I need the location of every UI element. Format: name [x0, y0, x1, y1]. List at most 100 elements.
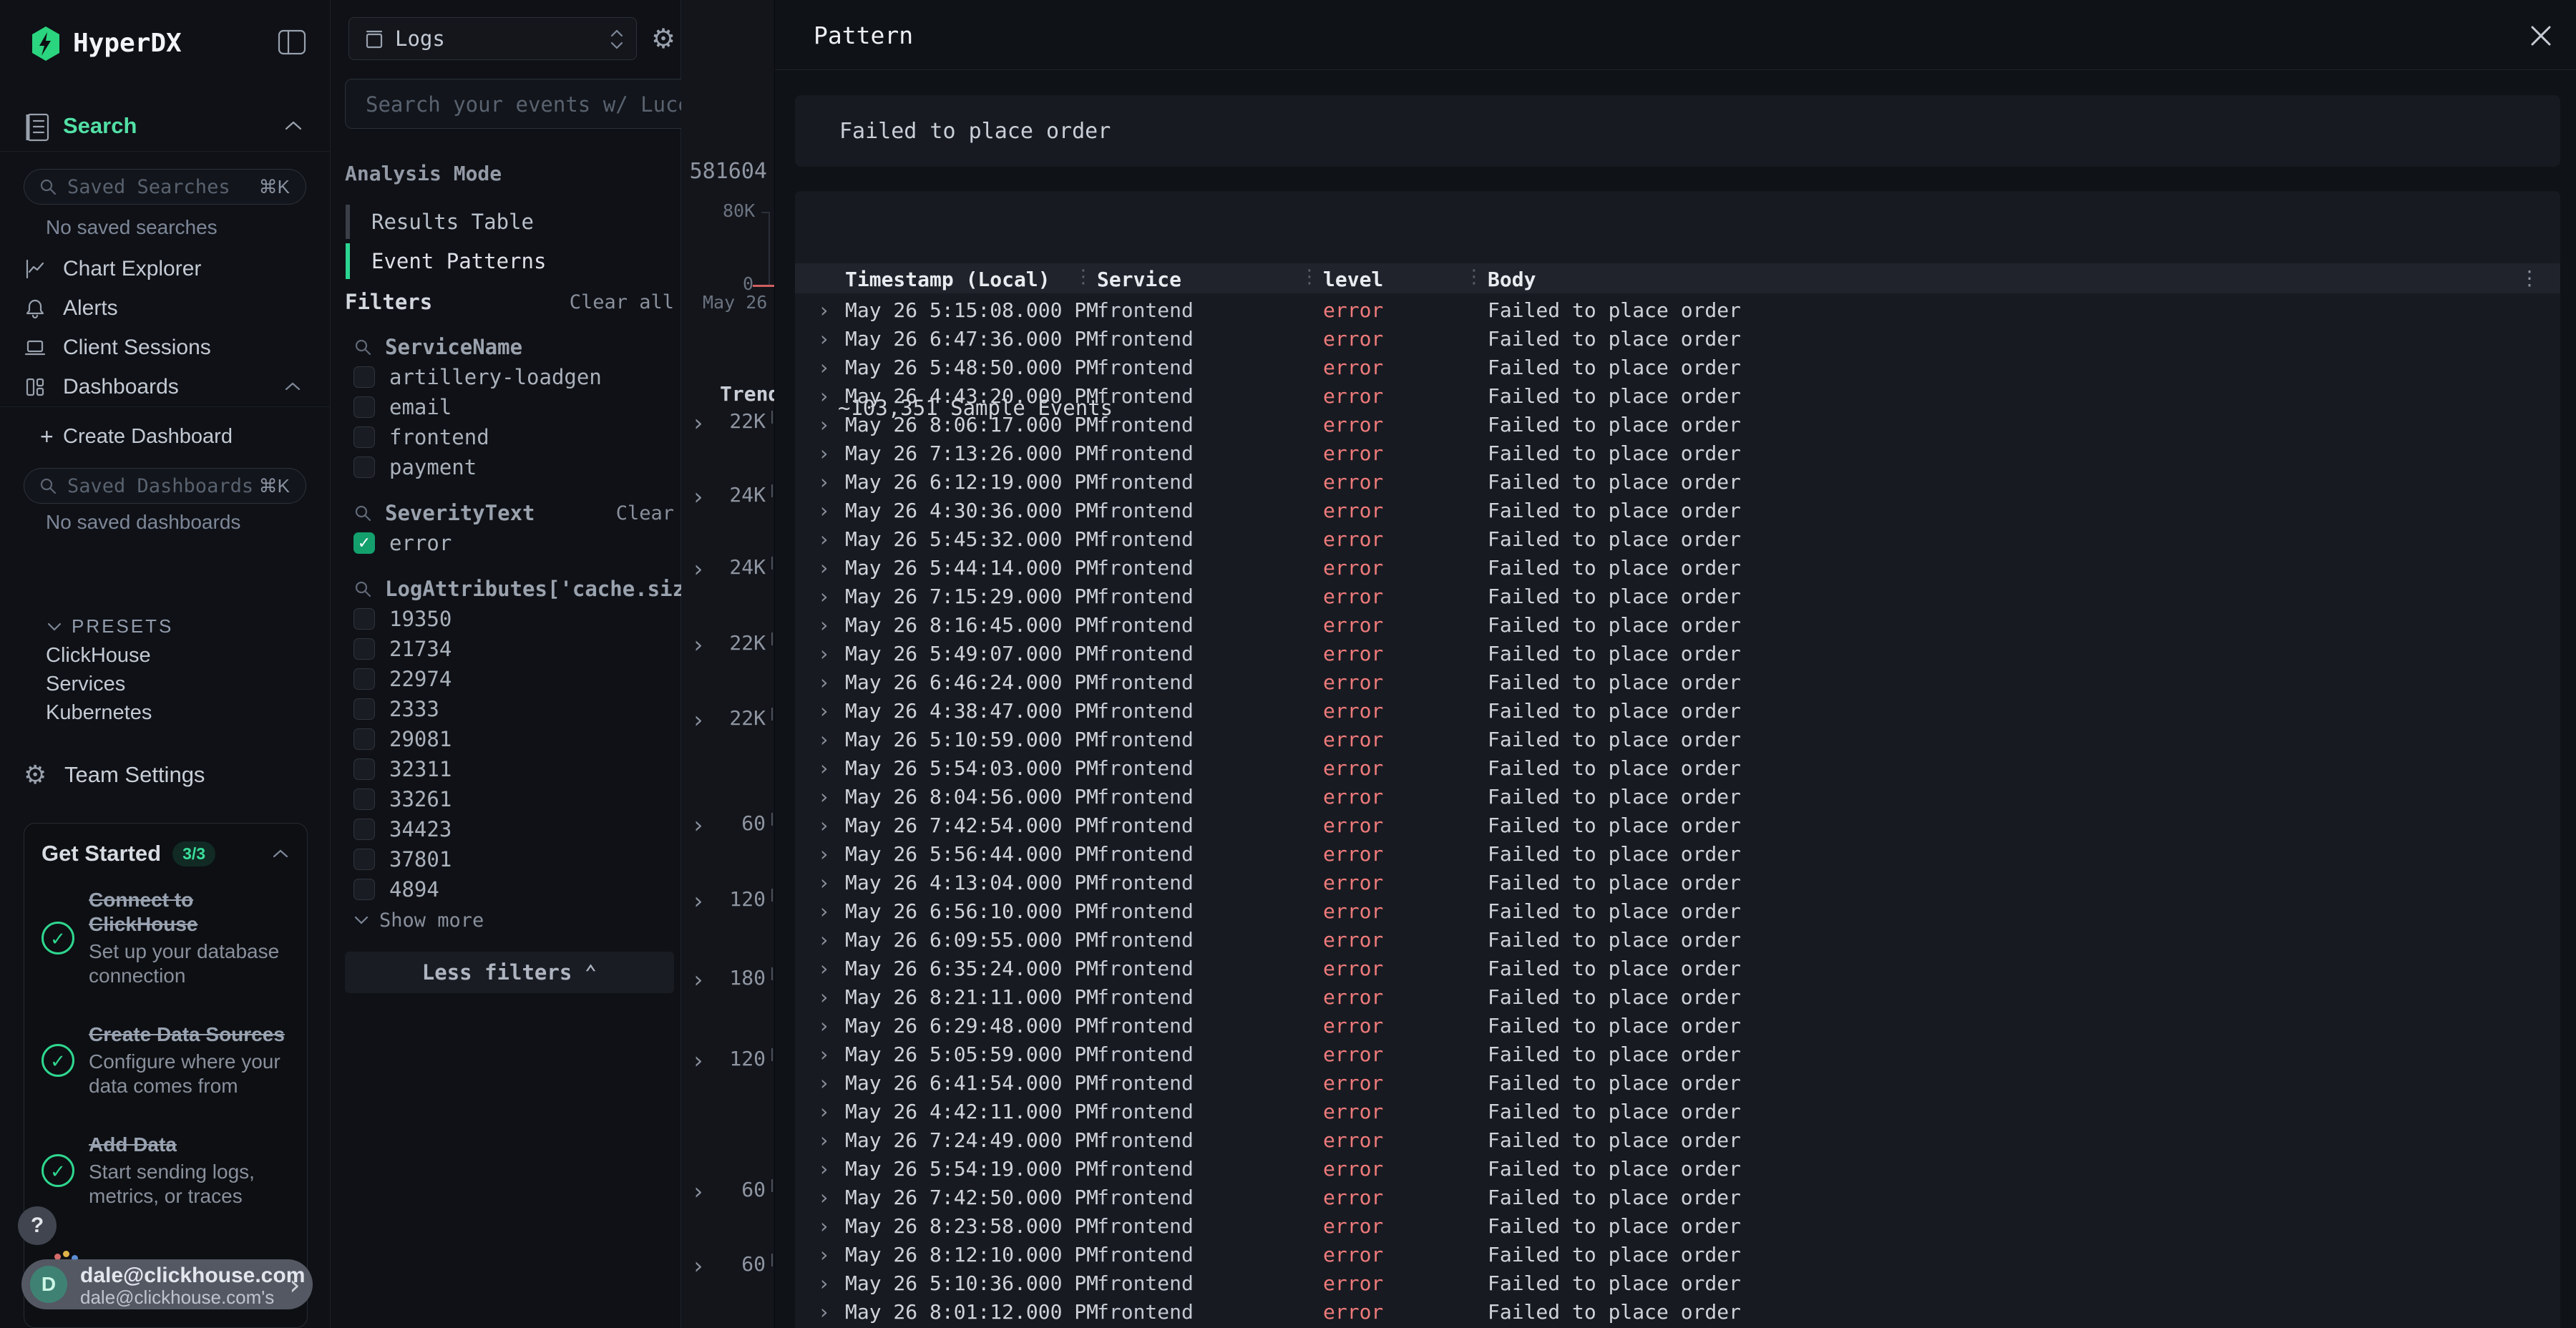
col-service[interactable]: Service	[1097, 268, 1181, 291]
checkbox[interactable]	[353, 879, 375, 900]
table-row[interactable]: ›May 26 4:30:36.000 PMfrontenderrorFaile…	[795, 495, 2560, 524]
expand-row-chevron-icon[interactable]: ›	[818, 327, 830, 351]
table-row[interactable]: ›May 26 7:42:54.000 PMfrontenderrorFaile…	[795, 810, 2560, 839]
expand-row-chevron-icon[interactable]: ›	[818, 1186, 830, 1209]
table-row[interactable]: ›May 26 4:13:04.000 PMfrontenderrorFaile…	[795, 867, 2560, 896]
table-row[interactable]: ›May 26 8:21:11.000 PMfrontenderrorFaile…	[795, 982, 2560, 1010]
filter-option[interactable]: payment	[345, 452, 681, 482]
table-row[interactable]: ›May 26 5:10:36.000 PMfrontenderrorFaile…	[795, 1268, 2560, 1297]
table-row[interactable]: ›May 26 6:35:24.000 PMfrontenderrorFaile…	[795, 953, 2560, 982]
expand-row-chevron-icon[interactable]: ›	[691, 631, 705, 658]
expand-row-chevron-icon[interactable]: ›	[818, 1100, 830, 1123]
less-filters-button[interactable]: Less filters ⌃	[345, 952, 674, 993]
expand-row-chevron-icon[interactable]: ›	[818, 1014, 830, 1038]
expand-row-chevron-icon[interactable]: ›	[818, 670, 830, 694]
table-row[interactable]: ›May 26 5:10:59.000 PMfrontenderrorFaile…	[795, 724, 2560, 753]
expand-row-chevron-icon[interactable]: ›	[818, 642, 830, 665]
sidebar-item-alerts[interactable]: Alerts	[0, 288, 331, 328]
expand-row-chevron-icon[interactable]: ›	[818, 441, 830, 465]
checkbox[interactable]	[353, 728, 375, 750]
table-row[interactable]: ›May 26 6:29:48.000 PMfrontenderrorFaile…	[795, 1010, 2560, 1039]
col-level[interactable]: level	[1323, 268, 1383, 291]
column-resize-handle[interactable]: ⋮	[1465, 266, 1483, 288]
column-resize-handle[interactable]: ⋮	[1074, 266, 1093, 288]
table-row[interactable]: ›May 26 4:38:47.000 PMfrontenderrorFaile…	[795, 695, 2560, 724]
table-row[interactable]: ›May 26 8:12:10.000 PMfrontenderrorFaile…	[795, 1239, 2560, 1268]
expand-row-chevron-icon[interactable]: ›	[818, 785, 830, 809]
checkbox[interactable]	[353, 608, 375, 630]
filter-option[interactable]: ✓error	[345, 528, 681, 558]
source-select[interactable]: Logs	[348, 17, 637, 60]
checkbox[interactable]	[353, 638, 375, 660]
presets-toggle[interactable]: PRESETS	[0, 614, 331, 641]
checkbox[interactable]: ✓	[353, 532, 375, 554]
get-started-item[interactable]: ✓Connect to ClickHouseSet up your databa…	[42, 888, 290, 988]
clear-filter-button[interactable]: Clear	[616, 502, 674, 524]
table-row[interactable]: ›May 26 6:12:19.000 PMfrontenderrorFaile…	[795, 467, 2560, 495]
filter-option[interactable]: 37801	[345, 844, 681, 874]
preset-item-clickhouse[interactable]: ClickHouse	[0, 641, 331, 670]
filter-option[interactable]: artillery-loadgen	[345, 362, 681, 392]
checkbox[interactable]	[353, 698, 375, 720]
expand-row-chevron-icon[interactable]: ›	[818, 871, 830, 894]
expand-row-chevron-icon[interactable]: ›	[691, 1252, 705, 1279]
expand-row-chevron-icon[interactable]: ›	[818, 985, 830, 1009]
table-row[interactable]: ›May 26 6:09:55.000 PMfrontenderrorFaile…	[795, 924, 2560, 953]
table-row[interactable]: ›May 26 5:56:44.000 PMfrontenderrorFaile…	[795, 839, 2560, 867]
checkbox[interactable]	[353, 426, 375, 448]
checkbox[interactable]	[353, 456, 375, 478]
source-settings-gear-icon[interactable]: ⚙	[651, 23, 675, 55]
mode-event-patterns[interactable]: Event Patterns	[371, 249, 546, 273]
expand-row-chevron-icon[interactable]: ›	[818, 899, 830, 923]
table-row[interactable]: ›May 26 5:54:03.000 PMfrontenderrorFaile…	[795, 753, 2560, 781]
expand-row-chevron-icon[interactable]: ›	[818, 842, 830, 866]
sidebar-item-chart-explorer[interactable]: Chart Explorer	[0, 249, 331, 288]
filter-option[interactable]: frontend	[345, 422, 681, 452]
table-row[interactable]: ›May 26 5:54:19.000 PMfrontenderrorFaile…	[795, 1153, 2560, 1182]
expand-row-chevron-icon[interactable]: ›	[691, 887, 705, 914]
expand-row-chevron-icon[interactable]: ›	[818, 1071, 830, 1095]
expand-row-chevron-icon[interactable]: ›	[691, 483, 705, 510]
expand-row-chevron-icon[interactable]: ›	[818, 356, 830, 379]
filter-option[interactable]: email	[345, 392, 681, 422]
table-row[interactable]: ›May 26 7:15:29.000 PMfrontenderrorFaile…	[795, 581, 2560, 610]
user-menu[interactable]: D dale@clickhouse.com dale@clickhouse.co…	[21, 1259, 313, 1309]
filter-option[interactable]: 2333	[345, 694, 681, 724]
create-dashboard-button[interactable]: + Create Dashboard	[0, 417, 331, 456]
expand-row-chevron-icon[interactable]: ›	[818, 298, 830, 322]
sidebar-item-client-sessions[interactable]: Client Sessions	[0, 328, 331, 367]
expand-row-chevron-icon[interactable]: ›	[818, 1271, 830, 1295]
checkbox[interactable]	[353, 788, 375, 810]
filter-option[interactable]: 22974	[345, 664, 681, 694]
table-row[interactable]: ›May 26 6:41:54.000 PMfrontenderrorFaile…	[795, 1068, 2560, 1096]
checkbox[interactable]	[353, 668, 375, 690]
table-row[interactable]: ›May 26 6:46:24.000 PMfrontenderrorFaile…	[795, 667, 2560, 695]
filter-option[interactable]: 32311	[345, 754, 681, 784]
filter-option[interactable]: 19350	[345, 604, 681, 634]
expand-row-chevron-icon[interactable]: ›	[818, 384, 830, 408]
filter-option[interactable]: 4894	[345, 874, 681, 904]
checkbox[interactable]	[353, 396, 375, 418]
expand-row-chevron-icon[interactable]: ›	[818, 699, 830, 723]
help-button[interactable]: ?	[18, 1206, 57, 1245]
preset-item-kubernetes[interactable]: Kubernetes	[0, 698, 331, 727]
close-icon[interactable]	[2527, 21, 2555, 50]
expand-row-chevron-icon[interactable]: ›	[818, 928, 830, 952]
table-row[interactable]: ›May 26 8:01:12.000 PMfrontenderrorFaile…	[795, 1297, 2560, 1325]
filter-option[interactable]: 29081	[345, 724, 681, 754]
table-row[interactable]: ›May 26 6:47:36.000 PMfrontenderrorFaile…	[795, 323, 2560, 352]
table-row[interactable]: ›May 26 8:04:56.000 PMfrontenderrorFaile…	[795, 781, 2560, 810]
get-started-item[interactable]: ✓Add DataStart sending logs, metrics, or…	[42, 1133, 290, 1209]
table-row[interactable]: ›May 26 8:16:45.000 PMfrontenderrorFaile…	[795, 610, 2560, 638]
expand-row-chevron-icon[interactable]: ›	[691, 1178, 705, 1205]
expand-row-chevron-icon[interactable]: ›	[691, 706, 705, 733]
sidebar-item-team-settings[interactable]: ⚙ Team Settings	[0, 754, 331, 794]
table-row[interactable]: ›May 26 7:24:49.000 PMfrontenderrorFaile…	[795, 1125, 2560, 1153]
column-resize-handle[interactable]: ⋮	[1300, 266, 1319, 288]
table-row[interactable]: ›May 26 7:42:50.000 PMfrontenderrorFaile…	[795, 1182, 2560, 1211]
checkbox[interactable]	[353, 819, 375, 840]
expand-row-chevron-icon[interactable]: ›	[818, 1300, 830, 1324]
checkbox[interactable]	[353, 758, 375, 780]
table-row[interactable]: ›May 26 6:25:44.000 PMfrontenderrorFaile…	[795, 1325, 2560, 1328]
expand-row-chevron-icon[interactable]: ›	[818, 728, 830, 751]
